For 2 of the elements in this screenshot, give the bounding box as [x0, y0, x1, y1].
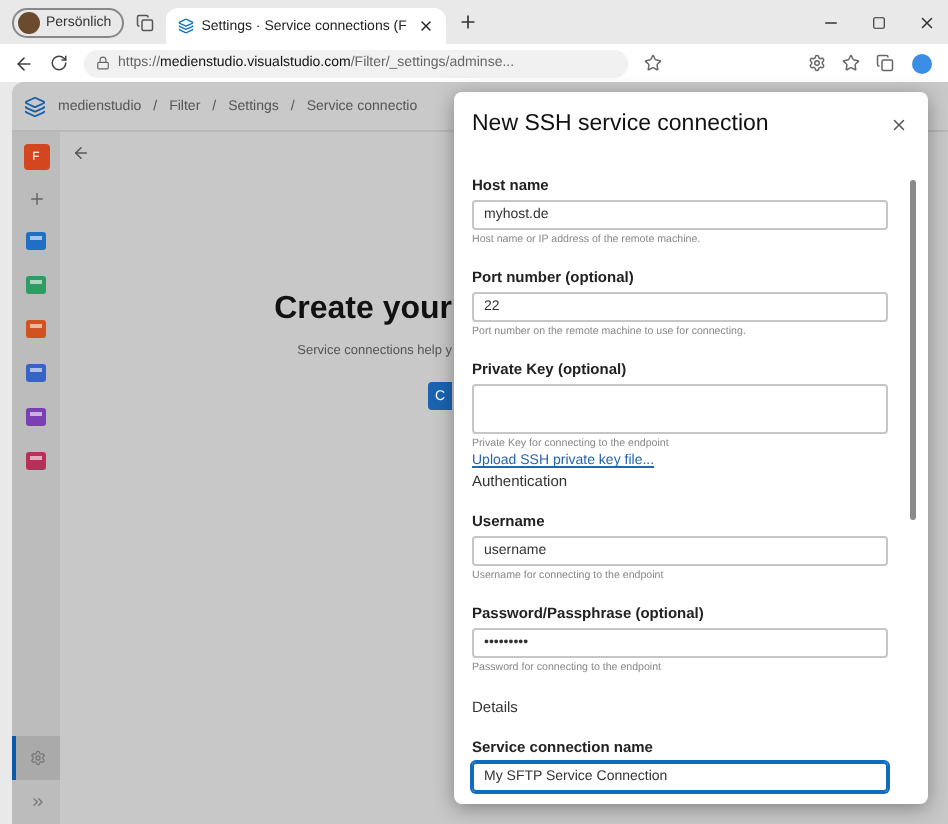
dialog-title: New SSH service connection — [472, 112, 771, 136]
page-heading: Create your — [274, 292, 452, 328]
